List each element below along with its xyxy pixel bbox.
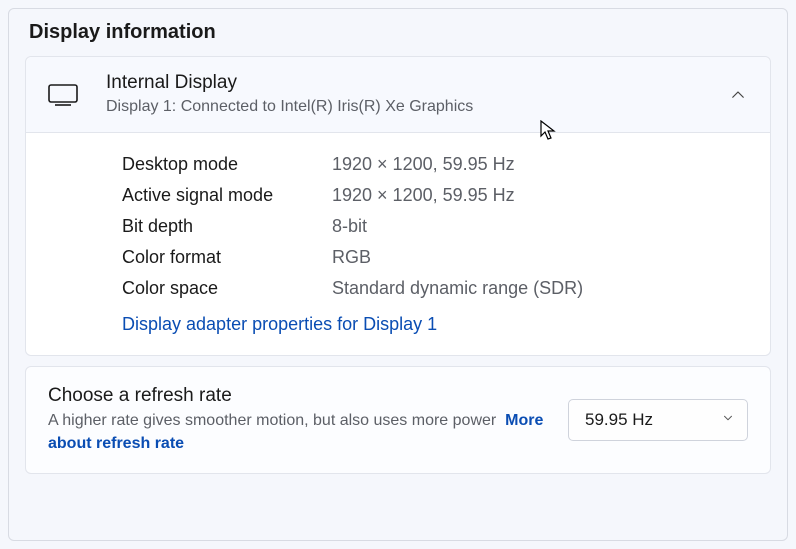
- refresh-title: Choose a refresh rate: [48, 385, 548, 407]
- property-value: Standard dynamic range (SDR): [332, 278, 583, 299]
- property-label: Active signal mode: [122, 185, 332, 206]
- display-title: Internal Display: [106, 71, 726, 96]
- property-label: Color space: [122, 278, 332, 299]
- property-row: Color formatRGB: [122, 242, 750, 273]
- adapter-properties-link[interactable]: Display adapter properties for Display 1: [122, 314, 437, 335]
- display-subtitle: Display 1: Connected to Intel(R) Iris(R)…: [106, 96, 726, 118]
- display-info-card: Internal Display Display 1: Connected to…: [25, 56, 771, 356]
- property-row: Color spaceStandard dynamic range (SDR): [122, 273, 750, 304]
- refresh-text: Choose a refresh rate A higher rate give…: [48, 385, 548, 455]
- property-label: Color format: [122, 247, 332, 268]
- property-value: 1920 × 1200, 59.95 Hz: [332, 185, 515, 206]
- property-label: Desktop mode: [122, 154, 332, 175]
- property-value: RGB: [332, 247, 371, 268]
- property-value: 8-bit: [332, 216, 367, 237]
- chevron-down-icon: [721, 410, 735, 430]
- section-title: Display information: [29, 21, 771, 44]
- display-card-body: Desktop mode1920 × 1200, 59.95 HzActive …: [26, 133, 770, 355]
- display-card-header[interactable]: Internal Display Display 1: Connected to…: [26, 57, 770, 133]
- property-row: Desktop mode1920 × 1200, 59.95 Hz: [122, 149, 750, 180]
- property-row: Bit depth8-bit: [122, 211, 750, 242]
- refresh-rate-dropdown[interactable]: 59.95 Hz: [568, 399, 748, 441]
- refresh-rate-selected: 59.95 Hz: [585, 410, 653, 430]
- refresh-description: A higher rate gives smoother motion, but…: [48, 409, 548, 455]
- chevron-up-icon: [726, 83, 750, 107]
- display-header-text: Internal Display Display 1: Connected to…: [106, 71, 726, 118]
- refresh-rate-card: Choose a refresh rate A higher rate give…: [25, 366, 771, 474]
- property-row: Active signal mode1920 × 1200, 59.95 Hz: [122, 180, 750, 211]
- property-label: Bit depth: [122, 216, 332, 237]
- monitor-icon: [48, 84, 78, 106]
- display-information-panel: Display information Internal Display Dis…: [8, 8, 788, 541]
- property-value: 1920 × 1200, 59.95 Hz: [332, 154, 515, 175]
